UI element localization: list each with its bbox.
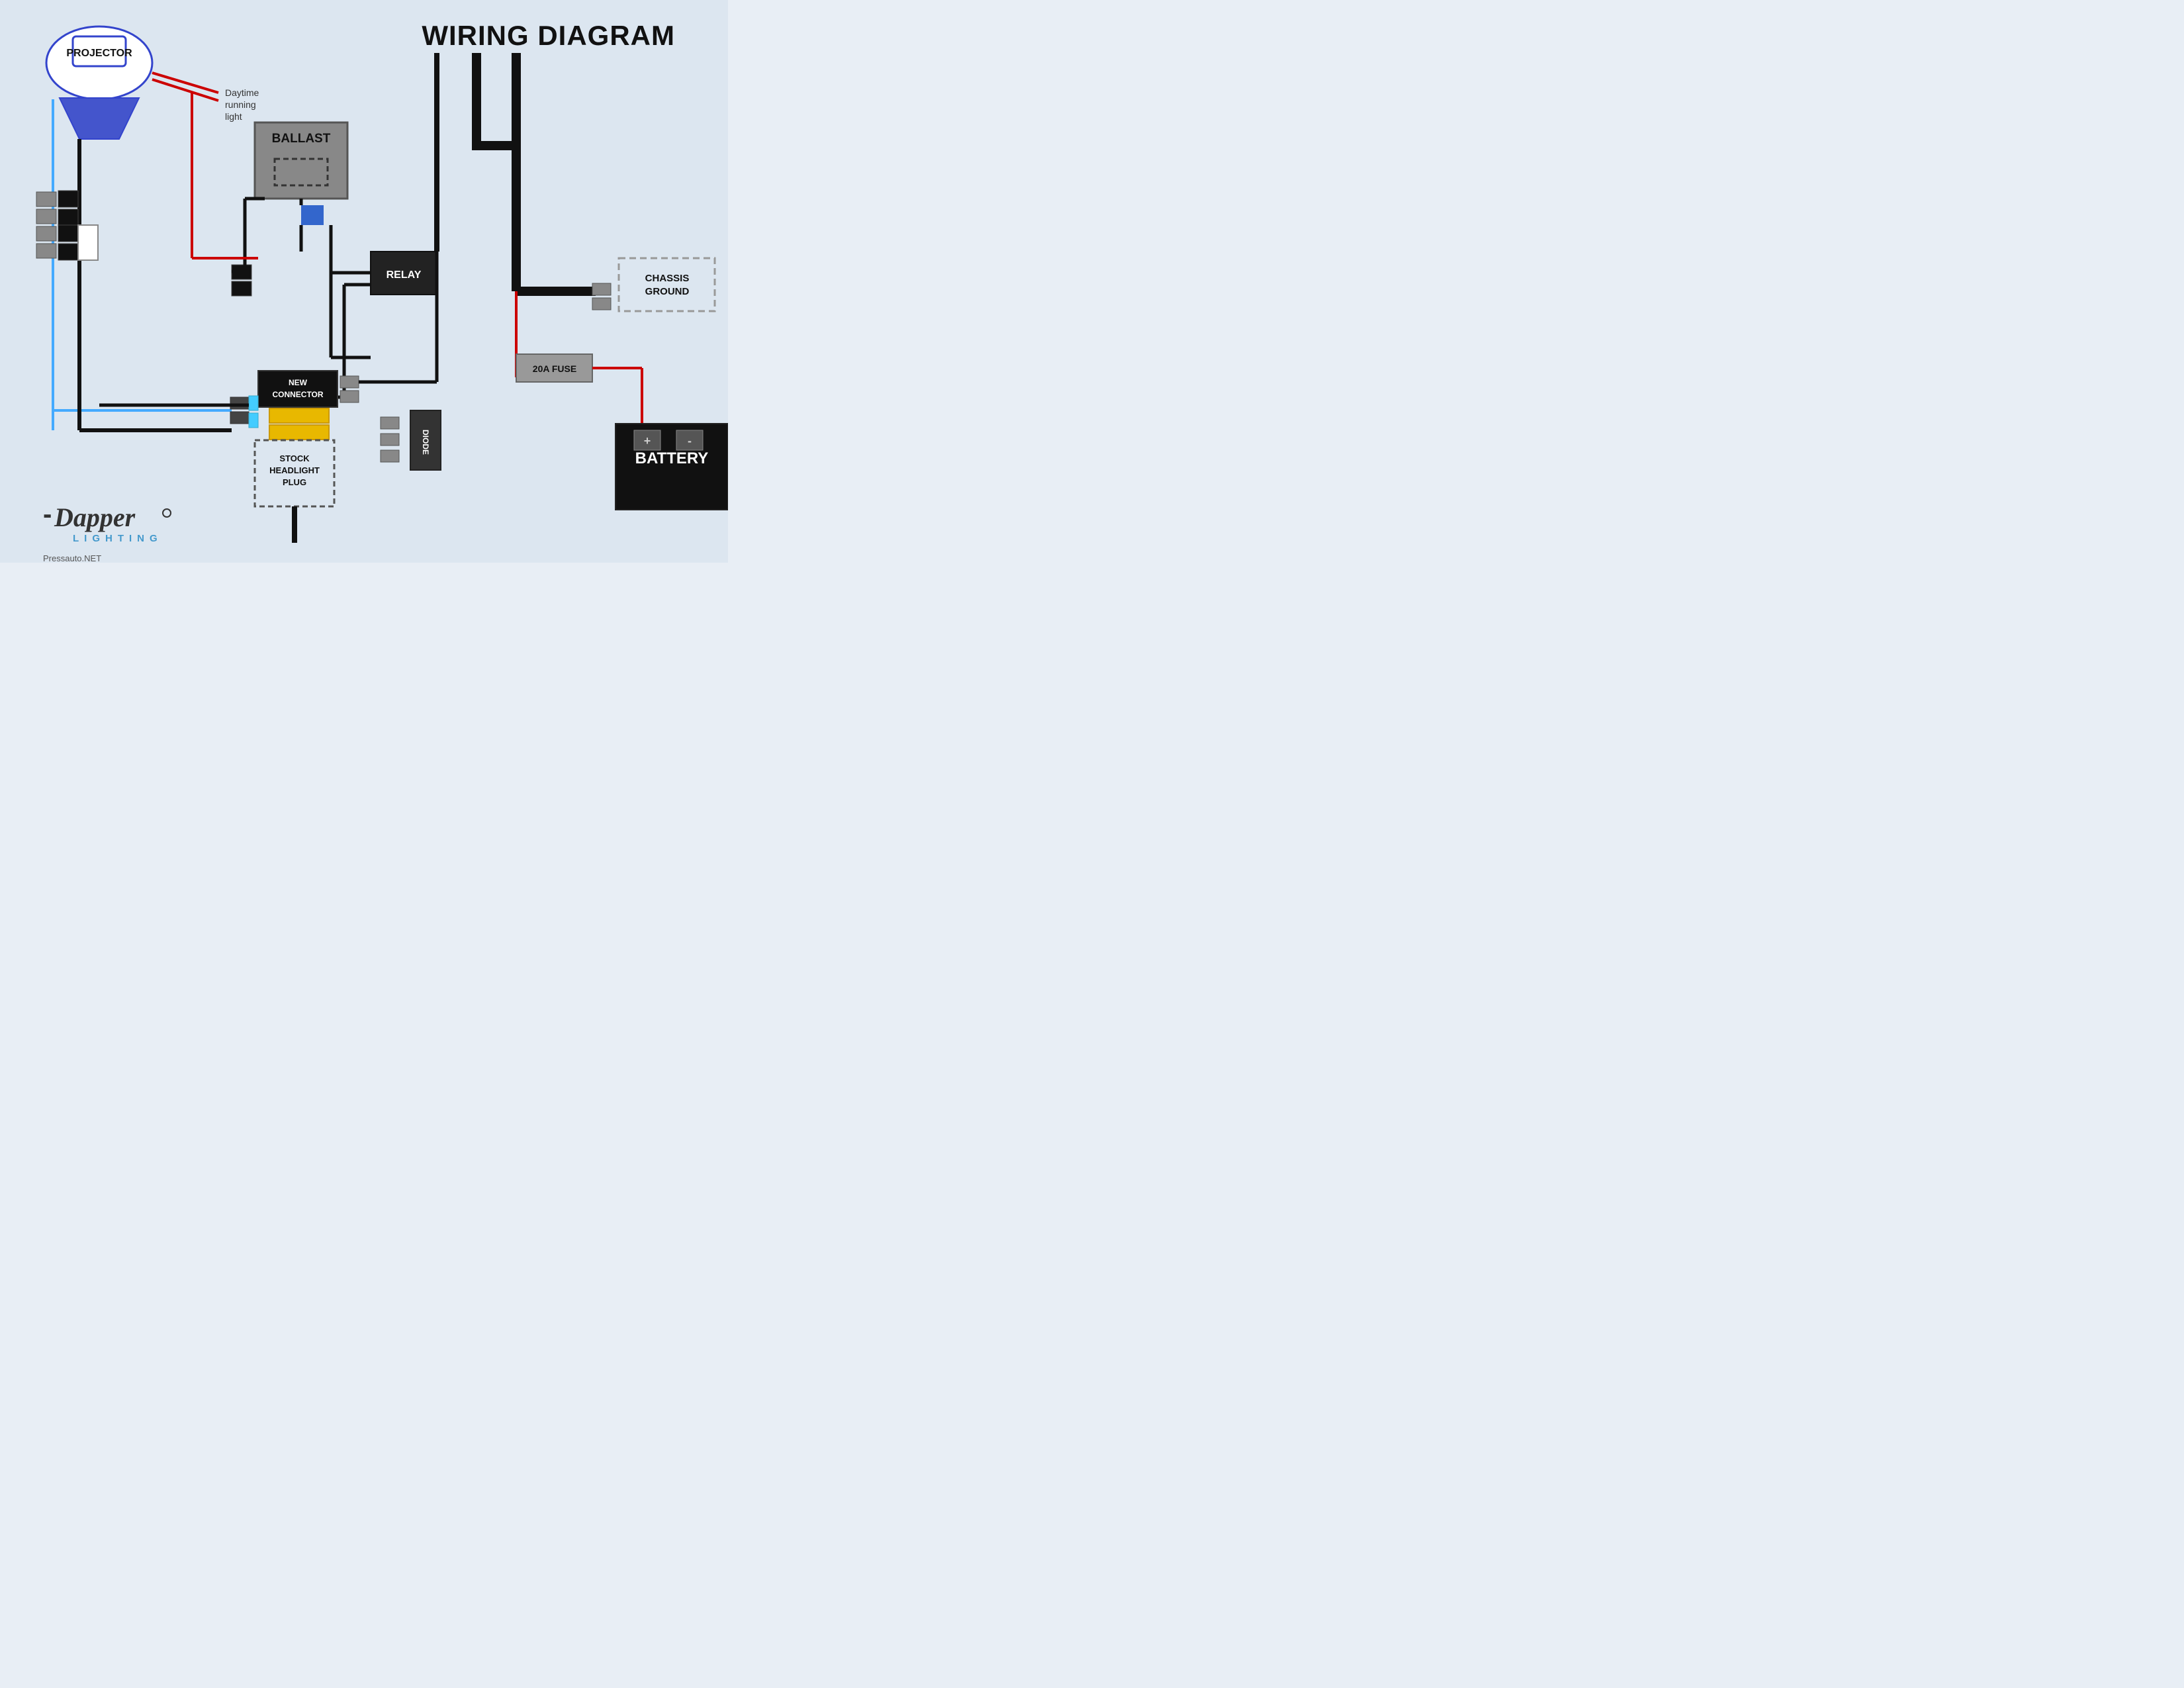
svg-text:PROJECTOR: PROJECTOR <box>66 48 132 59</box>
svg-text:Dapper: Dapper <box>54 502 136 532</box>
svg-text:CONNECTOR: CONNECTOR <box>272 390 323 399</box>
svg-text:20A FUSE: 20A FUSE <box>533 363 576 374</box>
svg-text:HEADLIGHT: HEADLIGHT <box>269 465 320 475</box>
svg-text:Pressauto.NET: Pressauto.NET <box>43 553 101 563</box>
svg-text:DIODE: DIODE <box>421 430 430 455</box>
svg-text:light: light <box>225 111 242 122</box>
svg-text:BATTERY: BATTERY <box>635 449 709 467</box>
svg-text:CHASSIS: CHASSIS <box>645 273 690 284</box>
diagram-container: WIRING DIAGRAM PROJECTOR Daytime running… <box>0 0 728 563</box>
svg-text:STOCK: STOCK <box>279 453 310 463</box>
wiring-diagram-svg: PROJECTOR Daytime running light <box>0 0 728 563</box>
svg-text:RELAY: RELAY <box>387 269 422 281</box>
svg-text:PLUG: PLUG <box>283 477 306 487</box>
svg-text:LIGHTING: LIGHTING <box>73 533 163 544</box>
svg-text:Daytime: Daytime <box>225 87 259 98</box>
page-title: WIRING DIAGRAM <box>422 20 675 52</box>
svg-text:-: - <box>43 500 52 529</box>
svg-text:running: running <box>225 99 256 110</box>
svg-text:+: + <box>644 434 651 447</box>
svg-text:-: - <box>688 434 692 447</box>
svg-text:GROUND: GROUND <box>645 286 690 297</box>
svg-text:NEW: NEW <box>289 378 308 387</box>
svg-text:BALLAST: BALLAST <box>272 132 331 146</box>
